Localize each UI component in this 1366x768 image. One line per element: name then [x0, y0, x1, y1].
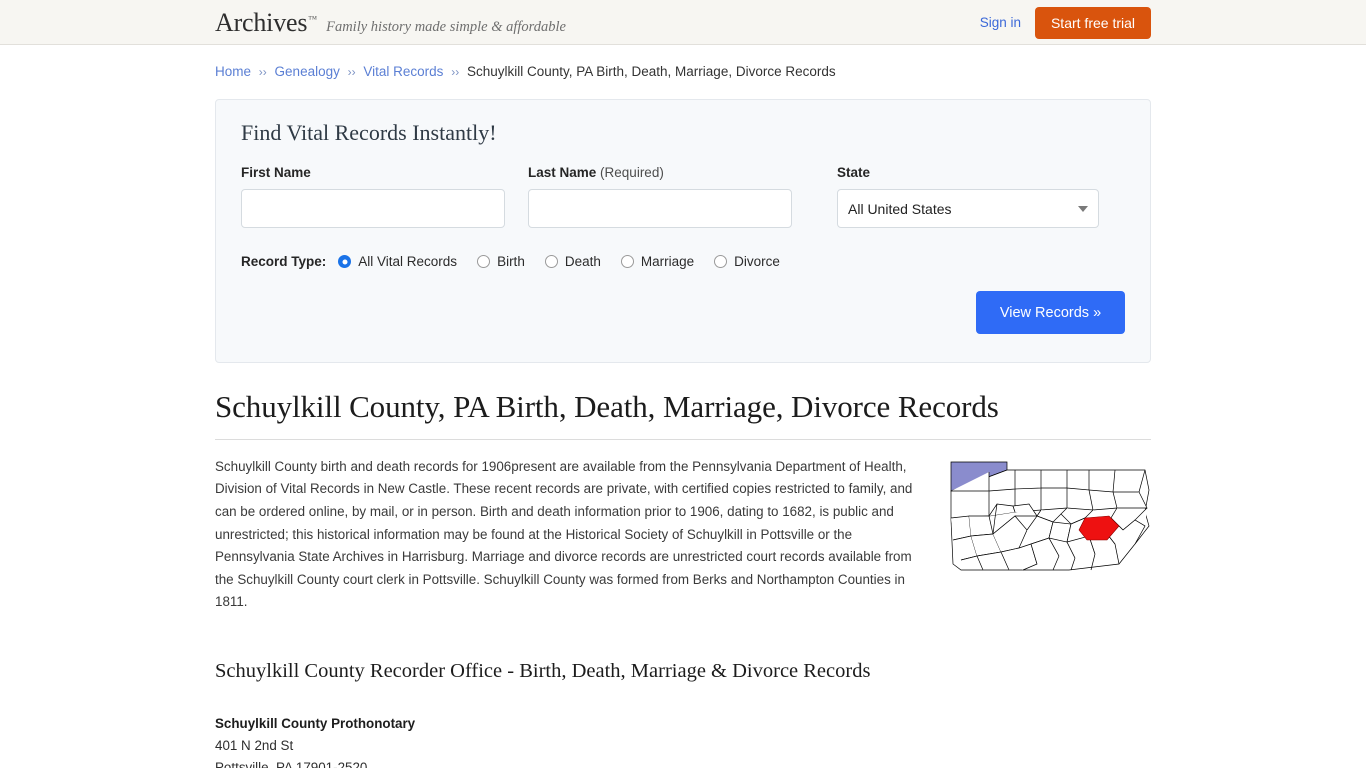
- radio-label-all-vital-records: All Vital Records: [358, 254, 458, 270]
- radio-button-icon[interactable]: [544, 255, 558, 269]
- pennsylvania-county-map: [949, 460, 1151, 577]
- view-records-button[interactable]: View Records »: [976, 291, 1125, 335]
- radio-all-vital-records[interactable]: All Vital Records: [338, 254, 457, 269]
- article-body: Schuylkill County birth and death record…: [215, 456, 1151, 614]
- last-name-label-text: Last Name: [528, 164, 597, 180]
- radio-marriage[interactable]: Marriage: [620, 254, 695, 270]
- recorder-office-details: Schuylkill County Prothonotary 401 N 2nd…: [215, 713, 1151, 768]
- office-city-state-zip: Pottsville, PA 17901-2520: [215, 760, 368, 768]
- breadcrumb-item-genealogy[interactable]: Genealogy: [275, 64, 340, 79]
- last-name-label: Last Name (Required): [528, 164, 792, 180]
- title-divider: [215, 438, 1151, 440]
- radio-divorce[interactable]: Divorce: [714, 254, 780, 269]
- breadcrumb-separator: ››: [258, 65, 267, 79]
- radio-label-marriage: Marriage: [640, 254, 695, 270]
- office-name: Schuylkill County Prothonotary: [215, 715, 416, 731]
- record-type-label: Record Type:: [241, 254, 327, 270]
- radio-button-icon[interactable]: [477, 255, 491, 269]
- first-name-input[interactable]: [241, 189, 505, 229]
- state-select[interactable]: All United States: [837, 189, 1099, 229]
- recorder-office-section-title: Schuylkill County Recorder Office - Birt…: [215, 660, 871, 682]
- record-type-radio-group: Record Type: All Vital Records Birth Dea…: [241, 254, 1125, 269]
- site-header: Archives ™ Family history made simple & …: [0, 0, 1366, 45]
- start-free-trial-button[interactable]: Start free trial: [1034, 6, 1151, 39]
- trademark-symbol: ™: [308, 13, 318, 24]
- breadcrumb-item-vital-records[interactable]: Vital Records: [363, 64, 443, 79]
- radio-death[interactable]: Death: [544, 254, 601, 270]
- search-panel-title: Find Vital Records Instantly!: [241, 119, 497, 145]
- site-logo[interactable]: Archives ™ Family history made simple & …: [215, 7, 566, 37]
- breadcrumb-separator: ››: [451, 65, 460, 79]
- site-tagline: Family history made simple & affordable: [326, 18, 566, 35]
- vital-records-search-panel: Find Vital Records Instantly! First Name…: [215, 98, 1151, 364]
- state-select-value: All United States: [848, 200, 952, 217]
- radio-label-birth: Birth: [497, 254, 525, 270]
- breadcrumb-separator: ››: [347, 65, 356, 79]
- sign-in-link[interactable]: Sign in: [980, 15, 1021, 30]
- radio-button-icon[interactable]: [714, 255, 728, 269]
- first-name-label: First Name: [241, 164, 311, 180]
- page-title: Schuylkill County, PA Birth, Death, Marr…: [215, 389, 999, 425]
- radio-birth[interactable]: Birth: [477, 254, 525, 269]
- radio-label-divorce: Divorce: [734, 254, 780, 270]
- last-name-input[interactable]: [528, 189, 792, 229]
- first-name-field-group: First Name: [241, 166, 505, 229]
- state-field-group: State All United States: [837, 166, 1099, 229]
- office-street: 401 N 2nd St: [215, 737, 294, 753]
- radio-button-icon[interactable]: [620, 255, 634, 269]
- last-name-required-note: (Required): [600, 164, 664, 180]
- breadcrumb-item-current: Schuylkill County, PA Birth, Death, Marr…: [466, 64, 836, 79]
- radio-label-death: Death: [564, 254, 601, 270]
- breadcrumb: Home ›› Genealogy ›› Vital Records ›› Sc…: [215, 45, 1151, 81]
- last-name-field-group: Last Name (Required): [528, 164, 792, 229]
- state-label: State: [837, 164, 871, 180]
- breadcrumb-item-home[interactable]: Home: [215, 64, 251, 79]
- logo-wordmark: Archives: [215, 7, 308, 37]
- radio-button-icon[interactable]: [338, 255, 352, 269]
